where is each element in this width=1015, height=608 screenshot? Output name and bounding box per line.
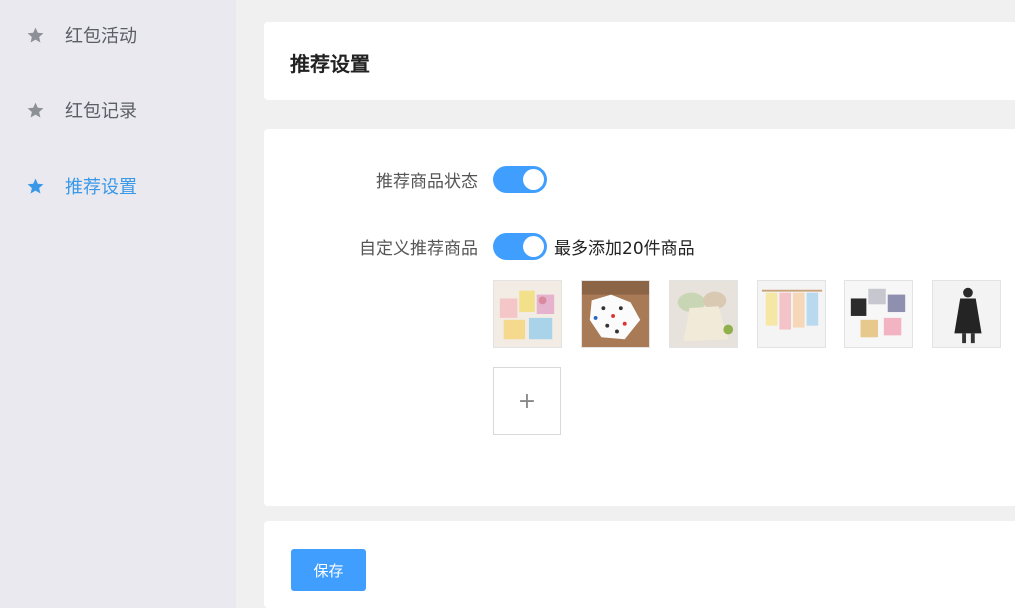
settings-form: 推荐商品状态 自定义推荐商品 最多添加20件商品 + xyxy=(264,129,1015,506)
product-thumbnail[interactable] xyxy=(669,280,738,348)
product-image-2 xyxy=(582,281,649,347)
product-image-1 xyxy=(494,281,561,347)
sidebar-item-recommend-settings[interactable]: 推荐设置 xyxy=(26,174,137,198)
product-image-4 xyxy=(758,281,825,347)
footer-panel: 保存 xyxy=(264,521,1015,608)
add-product-button[interactable]: + xyxy=(493,367,561,435)
title-panel: 推荐设置 xyxy=(264,22,1015,100)
sidebar-item-label: 推荐设置 xyxy=(65,177,137,198)
star-icon xyxy=(27,27,44,43)
sidebar: 红包活动 红包记录 推荐设置 xyxy=(0,0,236,608)
save-button[interactable]: 保存 xyxy=(291,549,366,591)
star-icon xyxy=(27,102,44,118)
toggle-knob xyxy=(523,169,544,190)
sidebar-item-red-packet-activity[interactable]: 红包活动 xyxy=(26,23,137,47)
product-thumbnail[interactable] xyxy=(932,280,1001,348)
product-image-6 xyxy=(933,281,1000,347)
plus-icon: + xyxy=(517,388,537,414)
status-label: 推荐商品状态 xyxy=(376,172,478,192)
product-thumbnail[interactable] xyxy=(844,280,913,348)
sidebar-item-label: 红包活动 xyxy=(65,26,137,47)
sidebar-item-label: 红包记录 xyxy=(65,101,137,122)
toggle-knob xyxy=(523,236,544,257)
max-items-hint: 最多添加20件商品 xyxy=(554,239,695,259)
custom-label: 自定义推荐商品 xyxy=(359,239,478,259)
star-icon xyxy=(27,178,44,194)
product-image-3 xyxy=(670,281,737,347)
status-toggle[interactable] xyxy=(493,166,547,193)
product-thumbnail[interactable] xyxy=(581,280,650,348)
product-thumbnail[interactable] xyxy=(493,280,562,348)
product-image-5 xyxy=(845,281,912,347)
product-thumbnail[interactable] xyxy=(757,280,826,348)
sidebar-item-red-packet-records[interactable]: 红包记录 xyxy=(26,98,137,122)
custom-toggle[interactable] xyxy=(493,233,547,260)
page-title: 推荐设置 xyxy=(290,52,370,76)
